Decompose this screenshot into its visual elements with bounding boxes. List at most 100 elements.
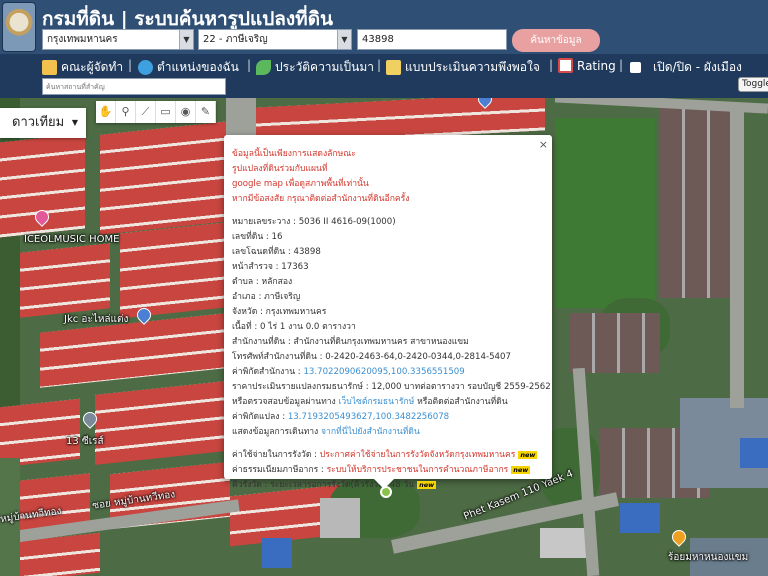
popup-pointer bbox=[374, 479, 394, 489]
parcel-map-sheet: หมายเลขระวาง : 5036 II 4616-09(1000) bbox=[232, 217, 396, 227]
parcel-coordinate-row: ค่าพิกัดแปลง : 13.7193205493627,100.3482… bbox=[232, 410, 544, 425]
popup-notice-line: หากมีข้อสงสัย กรุณาติดต่อสำนักงานที่ดินอ… bbox=[232, 194, 410, 204]
housing-block bbox=[120, 222, 225, 319]
nav-item-city-plan-toggle[interactable]: เปิด/ปิด - ผังเมือง bbox=[630, 58, 742, 77]
treasury-website-link[interactable]: เว็บไซต์กรมธนารักษ์ bbox=[338, 397, 414, 407]
building bbox=[740, 438, 768, 468]
directions-link[interactable]: จากที่นี่ไปยังสำนักงานที่ดิน bbox=[321, 427, 420, 437]
nav-item-my-location[interactable]: ตำแหน่งของฉัน bbox=[138, 58, 239, 77]
land-office: สำนักงานที่ดิน : สำนักงานที่ดินกรุงเทพมห… bbox=[232, 337, 469, 347]
parcel-number-input[interactable] bbox=[357, 29, 507, 50]
treasury-check-row: หรือตรวจสอบข้อมูลผ่านทาง เว็บไซต์กรมธนาร… bbox=[232, 395, 544, 410]
temple-pin-icon[interactable] bbox=[669, 527, 689, 547]
survey-icon bbox=[386, 60, 401, 75]
parcel-land-number: เลขที่ดิน : 16 bbox=[232, 232, 283, 242]
marker-tool-icon[interactable]: ⚲ bbox=[116, 101, 136, 123]
nav-separator: | bbox=[128, 58, 133, 72]
nav-item-team[interactable]: คณะผู้จัดทำ bbox=[42, 58, 123, 77]
parcel-info-popup: × ข้อมูลนี้เป็นเพียงการแสดงลักษณะ รูปแปล… bbox=[224, 135, 552, 490]
sprout-icon bbox=[256, 60, 271, 75]
team-icon bbox=[42, 60, 57, 75]
close-icon[interactable]: × bbox=[539, 137, 548, 152]
nav-separator: | bbox=[247, 58, 252, 72]
tax-fee-row: ค่าธรรมเนียมภาษีอากร : ระบบให้บริการประช… bbox=[232, 463, 544, 478]
department-logo bbox=[2, 2, 36, 52]
housing-block bbox=[95, 381, 225, 465]
nav-item-label: เปิด/ปิด - ผังเมือง bbox=[653, 60, 742, 74]
chevron-down-icon: ▼ bbox=[71, 118, 78, 127]
nav-item-rating[interactable]: Rating bbox=[558, 58, 616, 73]
parcel-deed-number: เลขโฉนดที่ดิน : 43898 bbox=[232, 247, 321, 257]
rectangle-tool-icon[interactable]: ▭ bbox=[156, 101, 176, 123]
building bbox=[262, 538, 292, 568]
map-type-label: ดาวเทียม bbox=[12, 115, 65, 130]
popup-notice-line: ข้อมูลนี้เป็นเพียงการแสดงลักษณะ bbox=[232, 149, 356, 159]
office-coordinate-row: ค่าพิกัดสำนักงาน : 13.7022090620095,100.… bbox=[232, 365, 544, 380]
directions-row: แสดงข้อมูลการเดินทาง จากที่นี่ไปยังสำนัก… bbox=[232, 425, 544, 440]
district-select-value: 22 - ภาษีเจริญ bbox=[203, 34, 268, 45]
housing-block bbox=[100, 121, 230, 235]
nav-item-survey[interactable]: แบบประเมินความพึงพอใจ bbox=[386, 58, 540, 77]
nav-item-label: ตำแหน่งของฉัน bbox=[157, 60, 239, 74]
survey-fee-label: ค่าใช้จ่ายในการรังวัด : bbox=[232, 450, 320, 460]
map-label-poi[interactable]: 13 ซีเรส์ bbox=[66, 434, 104, 449]
building bbox=[320, 498, 360, 538]
drawing-toolbar: ✋ ⚲ ⟋ ▭ ◉ ✎ bbox=[96, 101, 216, 123]
nav-item-label: แบบประเมินความพึงพอใจ bbox=[405, 60, 540, 74]
tax-calculator-link[interactable]: ระบบให้บริการประชาชนในการคำนวณภาษีอากร bbox=[327, 465, 509, 475]
building bbox=[570, 313, 660, 373]
circle-tool-icon[interactable]: ◉ bbox=[176, 101, 196, 123]
tax-fee-label: ค่าธรรมเนียมภาษีอากร : bbox=[232, 465, 327, 475]
survey-fee-link[interactable]: ประกาศค่าใช้จ่ายในการรังวัดจังหวัดกรุงเท… bbox=[320, 450, 516, 460]
nav-separator: | bbox=[549, 58, 554, 72]
toggle-button[interactable]: Toggle bbox=[738, 77, 768, 92]
checkbox-icon[interactable] bbox=[630, 62, 641, 73]
map-label-music-home[interactable]: ICEOLMUSIC HOME bbox=[24, 234, 119, 245]
province-select[interactable]: กรุงเทพมหานคร ▼ bbox=[42, 29, 194, 50]
chart-icon bbox=[558, 58, 573, 73]
directions-prefix: แสดงข้อมูลการเดินทาง bbox=[232, 427, 321, 437]
apartment-building bbox=[660, 108, 740, 298]
building bbox=[620, 503, 660, 533]
map-type-select[interactable]: ดาวเทียม ▼ bbox=[0, 108, 86, 138]
search-button[interactable]: ค้นหาข้อมูล bbox=[512, 29, 600, 52]
parcel-subdistrict: ตำบล : หลักสอง bbox=[232, 277, 293, 287]
parcel-coordinate-link[interactable]: 13.7193205493627,100.3482256078 bbox=[288, 412, 449, 422]
road bbox=[730, 108, 744, 408]
district-select[interactable]: 22 - ภาษีเจริญ ▼ bbox=[198, 29, 352, 50]
new-badge: new bbox=[417, 480, 437, 489]
draw-tool-icon[interactable]: ✎ bbox=[196, 101, 216, 123]
appraisal-price: ราคาประเมินรายแปลงกรมธนารักษ์ : 12,000 บ… bbox=[232, 382, 551, 392]
header-bar: กรมที่ดิน | ระบบค้นหารูปแปลงที่ดิน กรุงเ… bbox=[0, 0, 768, 54]
parcel-survey-page: หน้าสำรวจ : 17363 bbox=[232, 262, 309, 272]
office-coordinate-link[interactable]: 13.7022090620095,100.3356551509 bbox=[303, 367, 464, 377]
green-field bbox=[555, 118, 655, 308]
nav-separator: | bbox=[619, 58, 624, 72]
parcel-district: อำเภอ : ภาษีเจริญ bbox=[232, 292, 301, 302]
parcel-area: เนื้อที่ : 0 ไร่ 1 งาน 0.0 ตารางวา bbox=[232, 322, 356, 332]
nav-item-history[interactable]: ประวัติความเป็นมา bbox=[256, 58, 374, 77]
parcel-coordinate-label: ค่าพิกัดแปลง : bbox=[232, 412, 288, 422]
province-select-value: กรุงเทพมหานคร bbox=[47, 34, 118, 45]
popup-notice-line: รูปแปลงที่ดินร่วมกับแผนที่ bbox=[232, 164, 328, 174]
housing-block bbox=[20, 243, 110, 318]
nav-separator: | bbox=[377, 58, 382, 72]
survey-fee-row: ค่าใช้จ่ายในการรังวัด : ประกาศค่าใช้จ่าย… bbox=[232, 448, 544, 463]
chevron-down-icon: ▼ bbox=[337, 30, 351, 49]
pan-hand-icon[interactable]: ✋ bbox=[96, 101, 116, 123]
map-label-shop[interactable]: Jkc อะไหล่แต่ง bbox=[64, 312, 128, 327]
road bbox=[226, 98, 256, 138]
map-label-temple[interactable]: ร้อยมหาหนองแขม bbox=[668, 550, 748, 565]
parcel-province: จังหวัด : กรุงเทพมหานคร bbox=[232, 307, 327, 317]
popup-notice-line: google map เพื่อดูสภาพพื้นที่เท่านั้น bbox=[232, 179, 369, 189]
new-badge: new bbox=[511, 465, 531, 474]
place-search-input[interactable] bbox=[42, 78, 226, 95]
polyline-tool-icon[interactable]: ⟋ bbox=[136, 101, 156, 123]
globe-icon bbox=[138, 60, 153, 75]
office-coordinate-label: ค่าพิกัดสำนักงาน : bbox=[232, 367, 304, 377]
housing-block bbox=[0, 398, 80, 468]
building bbox=[540, 528, 590, 558]
satellite-map[interactable]: ICEOLMUSIC HOME Jkc อะไหล่แต่ง 13 ซีเรส์… bbox=[0, 98, 768, 576]
land-office-phone: โทรศัพท์สำนักงานที่ดิน : 0-2420-2463-64,… bbox=[232, 352, 511, 362]
treasury-check-suffix: หรือติดต่อสำนักงานที่ดิน bbox=[414, 397, 508, 407]
